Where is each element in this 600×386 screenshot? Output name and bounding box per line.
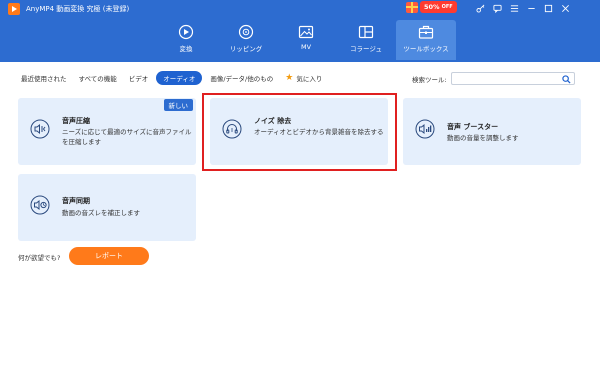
- search-icon[interactable]: [562, 75, 571, 84]
- toolbox-icon: [418, 25, 434, 39]
- filter-bar: 最近使用された すべての機能 ビデオ オーディオ 画像/データ/他のもの ★ 気…: [17, 71, 330, 85]
- search-box: [451, 72, 575, 85]
- filter-image-data-other[interactable]: 画像/データ/他のもの: [206, 71, 277, 85]
- feedback-icon[interactable]: [489, 2, 506, 14]
- nav-mv[interactable]: MV: [276, 20, 336, 60]
- card-description: 動画の音量を調整します: [447, 134, 519, 142]
- nav-collage[interactable]: コラージュ: [336, 20, 396, 60]
- tool-card-volume-booster[interactable]: 音声 ブースター 動画の音量を調整します: [403, 98, 581, 165]
- key-icon[interactable]: [472, 2, 489, 14]
- image-icon: [298, 25, 314, 39]
- gift-icon: [406, 1, 418, 13]
- filter-favorites[interactable]: ★ 気に入り: [281, 71, 326, 85]
- promo-offer[interactable]: 50% OFF: [406, 0, 457, 14]
- card-title: 音声圧縮: [62, 117, 90, 125]
- app-header: AnyMP4 動画変換 究極 (未登録) 50% OFF 変換 リッピング MV…: [0, 0, 600, 62]
- nav-toolbox-label: ツールボックス: [403, 45, 449, 53]
- maximize-icon[interactable]: [540, 2, 557, 14]
- tool-card-audio-sync[interactable]: 音声同期 動画の音ズレを補正します: [18, 174, 196, 241]
- filter-video[interactable]: ビデオ: [125, 71, 153, 85]
- card-description-line2: を圧縮します: [62, 138, 101, 146]
- nav-ripping-label: リッピング: [229, 45, 263, 53]
- nav-collage-label: コラージュ: [350, 45, 382, 53]
- filter-audio[interactable]: オーディオ: [156, 71, 203, 85]
- nav-mv-label: MV: [300, 43, 312, 51]
- card-description: ニーズに応じて最適のサイズに音声ファイル: [62, 128, 192, 136]
- window-controls: [472, 2, 574, 14]
- convert-icon: [178, 24, 194, 40]
- audio-sync-icon: [30, 195, 50, 215]
- feedback-label: 何が欲望でも?: [18, 254, 61, 262]
- nav-convert-label: 変換: [179, 45, 193, 53]
- filter-favorites-label: 気に入り: [296, 75, 323, 83]
- collage-icon: [358, 25, 374, 39]
- nav-convert[interactable]: 変換: [156, 20, 216, 60]
- filter-recent[interactable]: 最近使用された: [17, 71, 71, 85]
- disc-icon: [238, 24, 254, 40]
- minimize-icon[interactable]: [523, 2, 540, 14]
- menu-icon[interactable]: [506, 2, 523, 14]
- discount-off: OFF: [441, 4, 453, 10]
- star-icon: ★: [285, 73, 294, 83]
- app-title: AnyMP4 動画変換 究極 (未登録): [26, 5, 130, 13]
- close-icon[interactable]: [557, 2, 574, 14]
- card-description: 動画の音ズレを補正します: [62, 209, 140, 217]
- audio-compress-icon: [30, 119, 50, 139]
- report-button[interactable]: レポート: [69, 247, 149, 265]
- selection-highlight: [202, 93, 397, 171]
- search-input[interactable]: [452, 73, 574, 84]
- main-nav: 変換 リッピング MV コラージュ ツールボックス: [156, 20, 456, 60]
- nav-ripping[interactable]: リッピング: [216, 20, 276, 60]
- discount-percent: 50%: [424, 3, 440, 11]
- nav-toolbox[interactable]: ツールボックス: [396, 20, 456, 60]
- new-badge: 新しい: [163, 99, 193, 111]
- filter-all[interactable]: すべての機能: [75, 71, 121, 85]
- app-logo-icon: [8, 3, 20, 15]
- discount-badge[interactable]: 50% OFF: [420, 1, 457, 13]
- card-title: 音声同期: [62, 197, 90, 205]
- volume-boost-icon: [415, 119, 435, 139]
- tool-card-audio-compressor[interactable]: 新しい 音声圧縮 ニーズに応じて最適のサイズに音声ファイル を圧縮します: [18, 98, 196, 165]
- card-title: 音声 ブースター: [447, 123, 499, 131]
- search-label: 検索ツール:: [412, 76, 447, 84]
